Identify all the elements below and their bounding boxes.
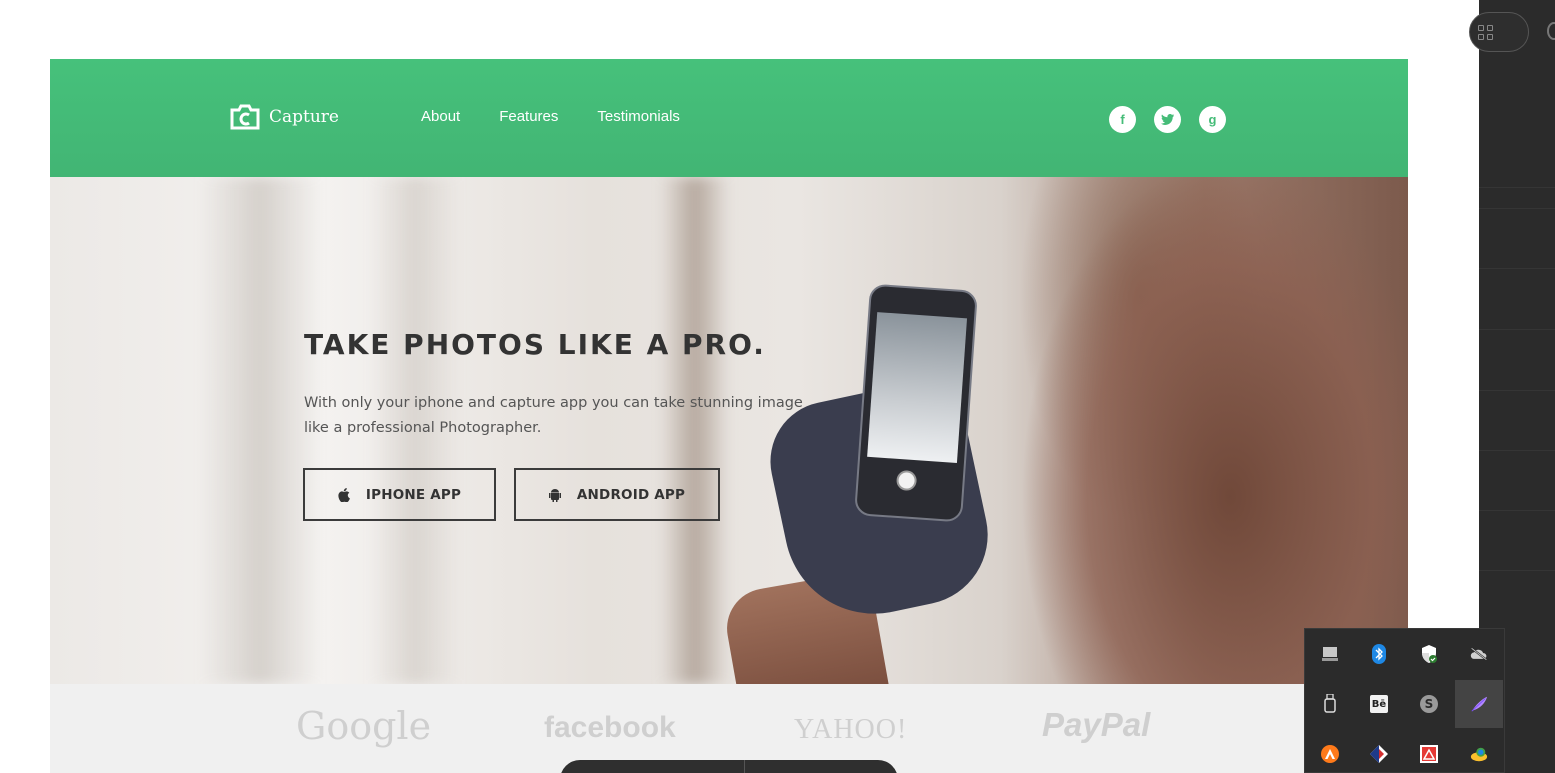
tray-security[interactable] xyxy=(1405,630,1453,678)
circle-icon xyxy=(1547,22,1555,40)
nav-about[interactable]: About xyxy=(421,108,460,125)
hero-section: TAKE PHOTOS LIKE A PRO. With only your i… xyxy=(50,177,1408,684)
site-header: Capture About Features Testimonials f g xyxy=(50,59,1408,177)
avast-icon xyxy=(1321,745,1339,763)
divider xyxy=(1479,570,1555,571)
paypal-logo: PayPal xyxy=(1042,706,1151,743)
grid-view-button[interactable] xyxy=(1469,12,1529,52)
system-tray-popup: Bē S xyxy=(1304,628,1505,773)
camera-icon xyxy=(230,104,260,130)
cloud-offline-icon xyxy=(1470,645,1488,663)
brand-name: Capture xyxy=(269,107,339,127)
bluetooth-icon xyxy=(1370,644,1388,664)
tray-usb[interactable] xyxy=(1306,680,1354,728)
twitter-icon[interactable] xyxy=(1154,106,1181,133)
iphone-app-button[interactable]: IPHONE APP xyxy=(303,468,496,521)
background-tree xyxy=(200,177,320,684)
shutter-icon xyxy=(895,469,918,492)
google-logo: Google xyxy=(296,704,432,748)
android-app-label: ANDROID APP xyxy=(576,486,686,503)
divider xyxy=(1479,390,1555,391)
nav-testimonials[interactable]: Testimonials xyxy=(597,108,680,125)
tricolor-app-icon xyxy=(1370,745,1388,763)
android-app-button[interactable]: ANDROID APP xyxy=(514,468,720,521)
tray-be-app[interactable]: Bē xyxy=(1355,680,1403,728)
nav-features[interactable]: Features xyxy=(499,108,558,125)
grid-icon xyxy=(1478,25,1494,41)
facebook-logo: facebook xyxy=(544,711,676,744)
iphone-app-label: IPHONE APP xyxy=(365,486,462,503)
smartphone-image xyxy=(854,283,978,523)
hero-subtitle: With only your iphone and capture app yo… xyxy=(304,395,803,436)
site-logo[interactable]: Capture xyxy=(230,104,339,130)
usb-drive-icon xyxy=(1321,694,1339,713)
divider xyxy=(744,760,745,773)
skype-icon: S xyxy=(1420,695,1438,713)
divider xyxy=(1479,208,1555,209)
tray-tricolor[interactable] xyxy=(1355,730,1403,773)
acrobat-icon xyxy=(1420,745,1438,763)
social-links: f g xyxy=(1109,106,1226,133)
tray-avast[interactable] xyxy=(1306,730,1354,773)
tray-monitor[interactable] xyxy=(1306,630,1354,678)
divider xyxy=(1479,510,1555,511)
divider xyxy=(1479,268,1555,269)
tray-bluetooth[interactable] xyxy=(1355,630,1403,678)
tray-acrobat[interactable] xyxy=(1405,730,1453,773)
facebook-icon[interactable]: f xyxy=(1109,106,1136,133)
tray-onedrive[interactable] xyxy=(1455,630,1503,678)
bottom-toolbar[interactable] xyxy=(560,760,898,773)
feather-pen-icon xyxy=(1470,695,1488,713)
divider xyxy=(1479,187,1555,188)
tray-skype[interactable]: S xyxy=(1405,680,1453,728)
tray-network[interactable] xyxy=(1455,730,1503,773)
hero-title: TAKE PHOTOS LIKE A PRO. xyxy=(304,328,766,361)
phone-screen xyxy=(867,312,968,464)
network-globe-icon xyxy=(1470,745,1488,763)
android-icon xyxy=(548,488,561,502)
be-app-icon: Bē xyxy=(1370,695,1388,713)
main-nav: About Features Testimonials xyxy=(421,108,719,125)
tray-feather[interactable] xyxy=(1455,680,1503,728)
security-shield-icon xyxy=(1420,645,1438,663)
divider xyxy=(1479,329,1555,330)
divider xyxy=(1479,450,1555,451)
apple-icon xyxy=(338,487,350,502)
monitor-icon xyxy=(1321,645,1339,663)
website-page: Capture About Features Testimonials f g … xyxy=(50,59,1408,773)
google-plus-icon[interactable]: g xyxy=(1199,106,1226,133)
yahoo-logo: YAHOO! xyxy=(794,714,908,745)
